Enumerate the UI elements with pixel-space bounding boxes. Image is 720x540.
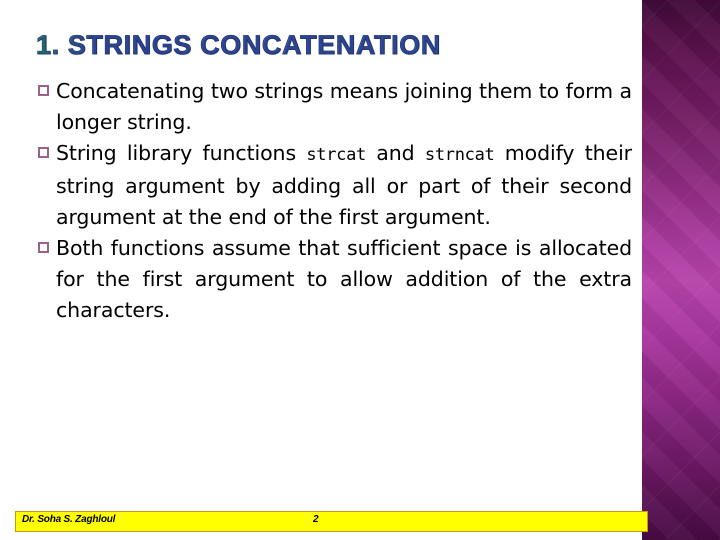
bullet-text-1: Concatenating two strings means joining … (56, 76, 632, 138)
footer-page-number: 2 (313, 514, 319, 525)
bullet-1-segment-0: Concatenating two strings means joining … (56, 79, 632, 134)
list-item: String library functions strcat and strn… (38, 138, 632, 233)
purple-gradient-band (642, 0, 720, 540)
footer-author-label: Dr. Soha S. Zaghloul (22, 514, 116, 525)
bullet-text-3: Both functions assume that sufficient sp… (56, 233, 632, 326)
slide-title: 1. STRINGS CONCATENATION (36, 30, 441, 60)
slide-canvas: 1. STRINGS CONCATENATION Concatenating t… (0, 0, 720, 540)
code-strcat: strcat (306, 145, 366, 165)
hollow-square-bullet-icon (38, 85, 49, 96)
list-item: Both functions assume that sufficient sp… (38, 233, 632, 326)
bullet-3-segment-0: Both functions assume that sufficient sp… (56, 236, 632, 322)
bullet-list: Concatenating two strings means joining … (38, 76, 632, 326)
hollow-square-bullet-icon (38, 242, 49, 253)
list-item: Concatenating two strings means joining … (38, 76, 632, 138)
diamond-texture-overlay (642, 0, 720, 540)
hollow-square-bullet-icon (38, 147, 49, 158)
bullet-2-segment-0: String library functions (56, 141, 307, 165)
code-strncat: strncat (424, 145, 495, 165)
bullet-text-2: String library functions strcat and strn… (56, 138, 632, 233)
bullet-2-segment-2: and (365, 141, 425, 165)
